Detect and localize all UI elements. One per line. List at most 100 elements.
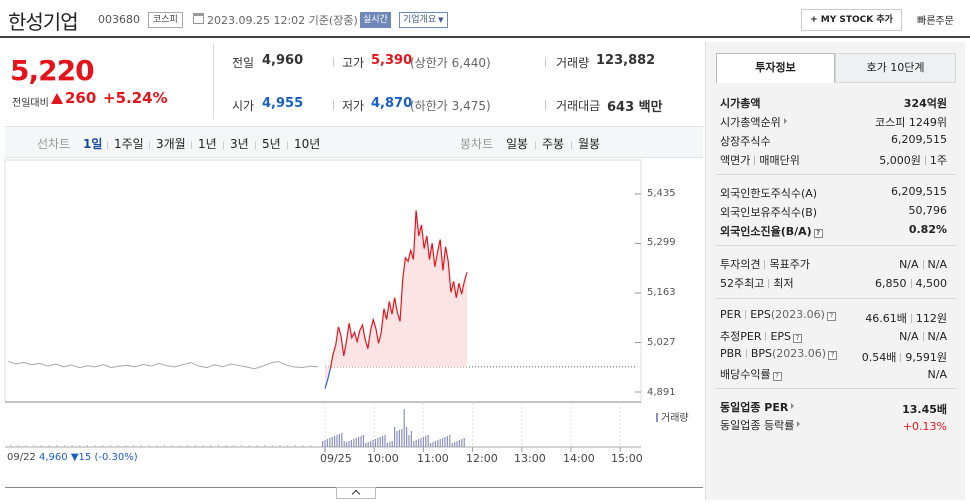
sector-per-label[interactable]: 동일업종 PER	[720, 399, 795, 415]
prev-volume-bar	[140, 445, 142, 447]
bps-value: 9,591원	[905, 351, 947, 364]
listed-shares-label: 상장주식수	[720, 135, 771, 148]
prev-volume-bar	[25, 445, 27, 447]
par-unit-label: 액면가 매매단위	[720, 152, 800, 168]
w52-low-label: 최저	[773, 277, 794, 290]
price-chart[interactable]	[0, 0, 705, 503]
volume-bar	[432, 442, 434, 447]
prev-volume-bar	[117, 445, 119, 447]
sector-per-value: 13.45배	[902, 403, 947, 416]
help-icon[interactable]: ?	[826, 312, 836, 321]
volume-bar	[427, 435, 429, 447]
x-tick: 12:00	[466, 452, 498, 465]
volume-bar	[334, 436, 336, 447]
w52-value: 6,850 4,500	[875, 277, 947, 290]
dividend-yield-text: 배당수익률	[720, 368, 771, 381]
help-icon[interactable]: ?	[813, 229, 823, 238]
volume-bar	[408, 435, 410, 447]
prev-volume-bar	[40, 445, 42, 447]
prev-volume-bar	[156, 445, 158, 447]
volume-bar	[449, 435, 451, 447]
prev-volume-bar	[33, 445, 35, 447]
volume-bar	[329, 438, 331, 447]
tab-investment-info[interactable]: 투자정보	[716, 53, 835, 83]
w52-high-label: 52주최고	[720, 277, 765, 290]
divider	[900, 353, 902, 362]
investment-info-panel: 투자정보 호가 10단계 시가총액 324억원 시가총액순위 코스피 1249위…	[705, 42, 965, 500]
prev-volume-bar	[248, 445, 250, 447]
collapse-chart-button[interactable]	[336, 487, 376, 499]
help-icon[interactable]: ?	[772, 372, 782, 381]
volume-bar	[456, 441, 458, 447]
foreign-hold-value: 50,796	[908, 204, 948, 217]
dividend-yield-value: N/A	[927, 368, 947, 381]
prev-volume-bar	[10, 445, 11, 447]
volume-bar	[418, 439, 420, 447]
opinion-value: N/A	[899, 258, 919, 271]
prev-volume-bar	[194, 445, 196, 447]
per-value: 46.61배	[865, 312, 907, 325]
est-per-eps-value: N/A N/A	[899, 330, 947, 343]
eps-value: 112원	[915, 312, 947, 325]
market-cap-rank-label[interactable]: 시가총액순위	[720, 114, 787, 130]
est-eps-label: EPS	[770, 330, 792, 343]
eps-date: (2023.06)	[770, 308, 825, 321]
target-label: 목표주가	[769, 258, 810, 271]
volume-bar	[413, 441, 415, 447]
volume-bar	[434, 441, 436, 447]
divider	[716, 245, 956, 246]
prev-volume-bar	[256, 445, 258, 447]
divider	[754, 156, 756, 165]
chevron-right-icon	[783, 118, 787, 124]
volume-bar	[415, 440, 417, 447]
volume-bar	[324, 440, 326, 447]
volume-bar	[338, 434, 340, 447]
help-icon[interactable]: ?	[793, 334, 803, 343]
x-tick: 14:00	[563, 452, 595, 465]
help-icon[interactable]: ?	[828, 351, 838, 360]
x-tick: 10:00	[367, 452, 399, 465]
sector-change-label[interactable]: 동일업종 등락률	[720, 417, 801, 433]
volume-bar	[396, 431, 398, 447]
bps-date: (2023.06)	[772, 347, 827, 360]
market-cap-rank-value: 코스피 1249위	[875, 116, 947, 129]
bps-label: BPS	[750, 347, 772, 360]
prev-volume-bar	[287, 445, 289, 447]
y-tick: 5,027	[647, 337, 676, 348]
volume-bar	[446, 436, 448, 447]
prev-day-change: ▼15 (-0.30%)	[70, 452, 138, 463]
tab-order-book-10[interactable]: 호가 10단계	[835, 53, 956, 83]
quick-order-button[interactable]: 빠른주문	[917, 12, 954, 27]
prev-day-close: 4,960	[39, 452, 68, 463]
divider	[716, 298, 956, 299]
divider	[768, 279, 770, 288]
volume-bar	[422, 437, 424, 447]
volume-bar	[377, 438, 379, 447]
y-tick: 5,435	[647, 188, 676, 199]
chevron-right-icon	[791, 403, 795, 409]
foreign-ratio-value: 0.82%	[908, 223, 947, 236]
sector-per-text: 동일업종 PER	[720, 401, 789, 414]
prev-volume-bar	[171, 445, 173, 447]
volume-bar	[331, 437, 333, 447]
divider	[764, 260, 766, 269]
unit-label: 매매단위	[759, 154, 800, 167]
volume-bar	[386, 443, 388, 447]
listed-shares-value: 6,209,515	[891, 133, 947, 146]
per-label: PER	[720, 308, 742, 321]
volume-bar	[406, 427, 408, 447]
foreign-ratio-label: 외국인소진율(B/A)?	[720, 223, 823, 239]
sector-change-value: +0.13%	[902, 420, 947, 433]
prev-volume-bar	[94, 445, 96, 447]
volume-bar	[451, 443, 453, 447]
volume-bar	[348, 441, 350, 447]
y-tick: 4,891	[647, 387, 676, 398]
add-my-stock-button[interactable]: + MY STOCK 추가	[801, 9, 902, 31]
prev-volume-bar	[71, 445, 73, 447]
eps-label: EPS	[750, 308, 771, 321]
volume-bar	[372, 440, 374, 447]
prev-volume-bar	[302, 445, 304, 447]
volume-bar	[362, 435, 364, 447]
volume-bar	[403, 409, 405, 447]
foreign-limit-value: 6,209,515	[891, 185, 947, 198]
